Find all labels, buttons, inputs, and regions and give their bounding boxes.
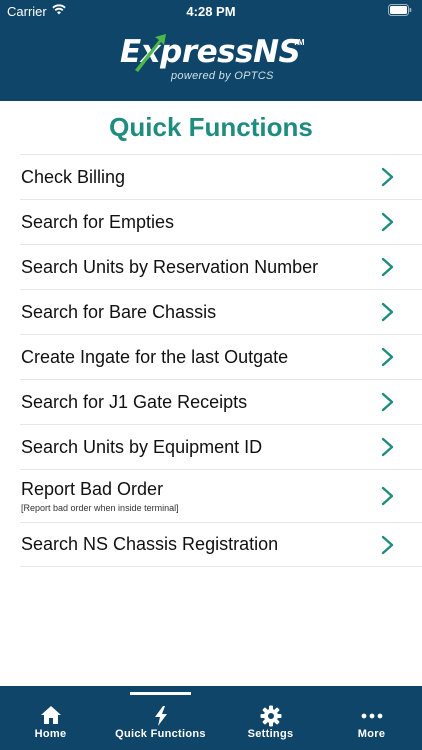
function-label: Create Ingate for the last Outgate [21, 346, 289, 367]
function-label: Search Units by Reservation Number [21, 256, 319, 277]
function-label: Search NS Chassis Registration [21, 534, 279, 554]
function-search-equipment-id[interactable]: Search Units by Equipment ID [20, 425, 422, 470]
function-search-empties[interactable]: Search for Empties [20, 200, 422, 245]
function-sublabel: [Report bad order when inside terminal] [21, 503, 179, 513]
function-check-billing[interactable]: Check Billing [20, 155, 422, 200]
function-search-reservation[interactable]: Search Units by Reservation Number [20, 245, 422, 290]
function-report-bad-order[interactable]: Report Bad Order [Report bad order when … [20, 470, 422, 523]
function-label: Search for J1 Gate Receipts [21, 391, 248, 412]
function-label: Report Bad Order [21, 479, 164, 499]
battery-icon [388, 4, 412, 16]
home-icon [40, 706, 61, 724]
chevron-right-icon [381, 167, 394, 187]
tab-settings[interactable]: Settings [220, 686, 321, 750]
chevron-right-icon [381, 535, 394, 554]
expressns-logo: ExpressNS TM powered by OPTCS [120, 34, 310, 88]
function-label: Search Units by Equipment ID [21, 436, 263, 457]
function-label: Search for Bare Chassis [21, 301, 217, 322]
lightning-icon [154, 706, 167, 726]
tab-label: More [357, 728, 386, 740]
logo-tagline: powered by OPTCS [171, 70, 274, 82]
page-title: Quick Functions [109, 112, 313, 142]
function-j1-gate-receipts[interactable]: Search for J1 Gate Receipts [20, 380, 422, 425]
chevron-right-icon [381, 486, 394, 506]
logo-trademark: TM [293, 38, 305, 47]
chevron-right-icon [381, 347, 394, 367]
app-header: Carrier 4:28 PM ExpressNS TM powered by … [0, 0, 422, 101]
function-create-ingate[interactable]: Create Ingate for the last Outgate [20, 335, 422, 380]
function-ns-chassis-registration[interactable]: Search NS Chassis Registration [20, 523, 422, 567]
tab-more[interactable]: More [321, 686, 422, 750]
chevron-right-icon [381, 392, 394, 412]
tab-label: Settings [247, 728, 294, 740]
function-label: Check Billing [21, 166, 126, 187]
logo-arrow-icon [135, 34, 166, 72]
function-label: Search for Empties [21, 211, 175, 232]
tab-label: Home [34, 728, 67, 740]
more-dots-icon [361, 713, 382, 719]
tab-home[interactable]: Home [0, 686, 101, 750]
tab-label: Quick Functions [115, 728, 206, 740]
chevron-right-icon [381, 302, 394, 322]
status-bar: Carrier 4:28 PM [0, 0, 422, 22]
gear-icon [260, 705, 281, 727]
function-search-bare-chassis[interactable]: Search for Bare Chassis [20, 290, 422, 335]
bottom-tab-bar: Home Quick Functions Settings More [0, 686, 422, 750]
chevron-right-icon [381, 257, 394, 277]
tab-quick-functions[interactable]: Quick Functions [101, 686, 220, 750]
status-time: 4:28 PM [186, 4, 236, 19]
quick-functions-list: Check Billing Search for Empties Search … [20, 154, 422, 567]
chevron-right-icon [381, 212, 394, 232]
chevron-right-icon [381, 437, 394, 457]
